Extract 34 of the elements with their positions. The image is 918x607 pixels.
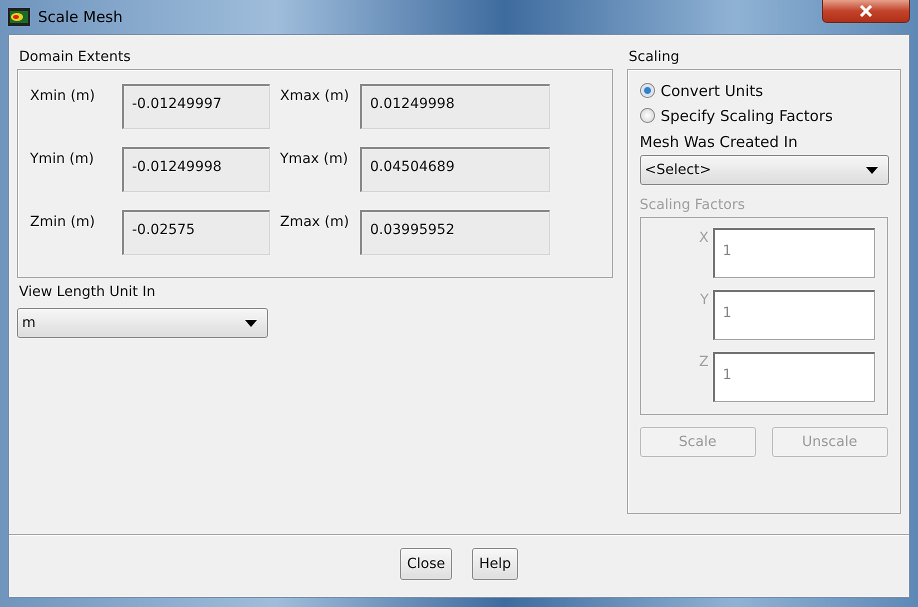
field-label: X: [699, 229, 709, 246]
help-button[interactable]: Help: [472, 548, 518, 580]
field-label: Mesh Was Created In: [640, 132, 799, 153]
close-dialog-button[interactable]: Close: [400, 548, 452, 580]
readonly-field: 0.01249998: [360, 84, 550, 129]
window-title: Scale Mesh: [38, 8, 123, 26]
group-title: Domain Extents: [18, 48, 132, 67]
readonly-field: -0.01249998: [122, 147, 270, 192]
readonly-field: 0.04504689: [360, 147, 550, 192]
app-icon: [8, 8, 30, 26]
field-label: Zmax (m): [280, 213, 350, 232]
field-label: Ymax (m): [280, 150, 350, 169]
readonly-field: 0.03995952: [360, 210, 550, 255]
readonly-field: -0.02575: [122, 210, 270, 255]
unit-dropdown[interactable]: m: [17, 308, 268, 338]
field-label: View Length Unit In: [18, 283, 156, 302]
radio-option[interactable]: Convert Units: [640, 78, 892, 103]
caret-icon: [245, 320, 257, 326]
field-label: Y: [700, 291, 709, 308]
caret-icon: [866, 166, 878, 174]
group-title: Scaling: [628, 48, 680, 67]
radio-icon[interactable]: [640, 83, 655, 98]
radio-option[interactable]: Specify Scaling Factors: [640, 103, 892, 128]
field-label: Xmin (m): [30, 87, 96, 106]
field-label: Z: [699, 353, 709, 370]
unit-dropdown[interactable]: <Select>: [640, 155, 889, 185]
field-label: Ymin (m): [30, 150, 95, 169]
close-button[interactable]: [822, 0, 910, 23]
field-label: Xmax (m): [280, 87, 350, 106]
field-label: Zmin (m): [30, 213, 96, 232]
readonly-field: -0.01249997: [122, 84, 270, 129]
group-title: Scaling Factors: [640, 196, 746, 215]
close-icon: [859, 5, 873, 17]
radio-icon[interactable]: [640, 108, 655, 123]
